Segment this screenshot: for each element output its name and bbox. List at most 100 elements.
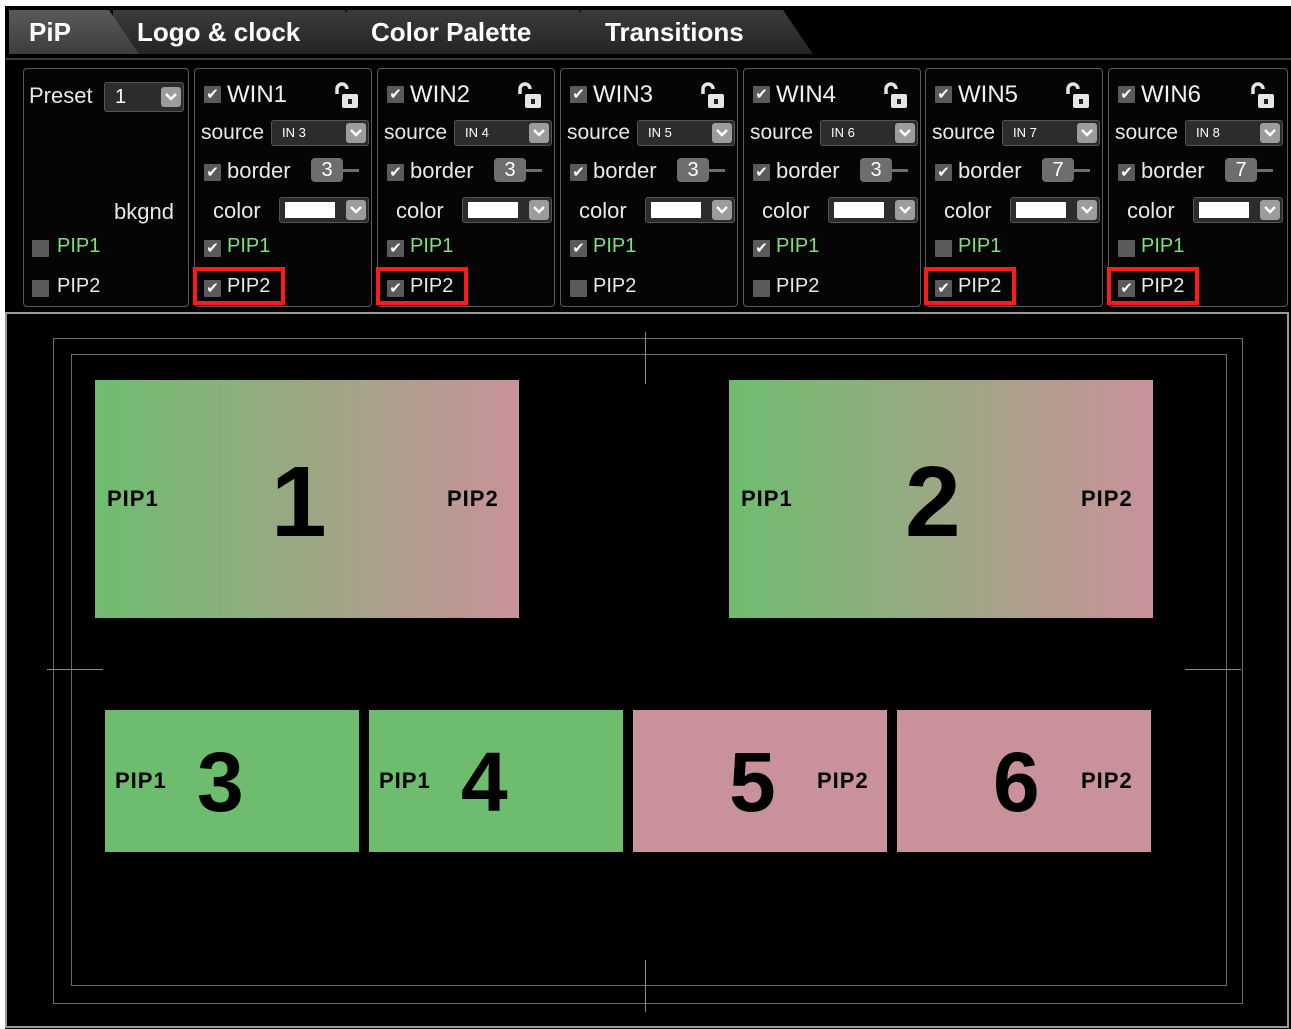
win3-border-width[interactable]: 3 bbox=[677, 158, 709, 182]
layout-preview: PIP1 1 PIP2 PIP1 2 PIP2 PIP1 3 PIP1 4 5 … bbox=[5, 312, 1289, 1028]
win3-color-select[interactable] bbox=[645, 197, 735, 223]
win4-source-select[interactable]: IN 6 bbox=[820, 120, 918, 146]
win5-pip1-label: PIP1 bbox=[958, 235, 1002, 257]
win4-color-select[interactable] bbox=[828, 197, 918, 223]
pip-editor: Transitions Color Palette Logo & clock P… bbox=[5, 6, 1291, 1029]
chevron-down-icon bbox=[1260, 200, 1280, 220]
win3-pip2-checkbox[interactable] bbox=[570, 280, 587, 297]
preview-window-6-number: 6 bbox=[993, 735, 1040, 829]
win6-pip2-highlight bbox=[1107, 267, 1199, 305]
win6-border-slider[interactable] bbox=[1255, 169, 1273, 172]
bkgnd-pip2-checkbox[interactable] bbox=[32, 280, 49, 297]
win3-pip1-label: PIP1 bbox=[593, 235, 637, 257]
preset-panel: Preset 1 bkgnd PIP1 PIP2 bbox=[23, 68, 189, 307]
win4-pip1-checkbox[interactable]: ✔ bbox=[753, 240, 770, 257]
win1-color-select[interactable] bbox=[279, 197, 369, 223]
win5-source-select[interactable]: IN 7 bbox=[1002, 120, 1100, 146]
win2-color-label: color bbox=[396, 198, 444, 223]
win3-source-select[interactable]: IN 5 bbox=[637, 120, 735, 146]
win5-border-label: border bbox=[958, 158, 1022, 183]
win6-border-width[interactable]: 7 bbox=[1225, 158, 1257, 182]
win5-color-select[interactable] bbox=[1010, 197, 1100, 223]
win1-enable-checkbox[interactable]: ✔ bbox=[204, 86, 221, 103]
win3-pip2-label: PIP2 bbox=[593, 275, 637, 297]
win2-source-label: source bbox=[384, 121, 448, 144]
win3-enable-checkbox[interactable]: ✔ bbox=[570, 86, 587, 103]
chevron-down-icon bbox=[712, 200, 732, 220]
preview-window-5-number: 5 bbox=[729, 735, 776, 829]
win1-color-label: color bbox=[213, 198, 261, 223]
win5-border-checkbox[interactable]: ✔ bbox=[935, 164, 952, 181]
tab-color-palette[interactable]: Color Palette bbox=[347, 10, 609, 54]
tab-transitions[interactable]: Transitions bbox=[581, 10, 813, 54]
tab-bar: Transitions Color Palette Logo & clock P… bbox=[5, 6, 1291, 60]
win2-border-checkbox[interactable]: ✔ bbox=[387, 164, 404, 181]
preview-window-5[interactable]: 5 PIP2 bbox=[633, 710, 887, 852]
win4-pip2-checkbox[interactable] bbox=[753, 280, 770, 297]
win4-border-slider[interactable] bbox=[890, 169, 908, 172]
preview-window-3[interactable]: PIP1 3 bbox=[105, 710, 359, 852]
win6-pip1-checkbox[interactable] bbox=[1118, 240, 1135, 257]
win2-color-select[interactable] bbox=[462, 197, 552, 223]
win4-enable-checkbox[interactable]: ✔ bbox=[753, 86, 770, 103]
preview-window-5-pip2-label: PIP2 bbox=[817, 768, 869, 793]
preview-window-1[interactable]: PIP1 1 PIP2 bbox=[95, 380, 519, 618]
tab-transitions-label: Transitions bbox=[605, 17, 744, 47]
win3-pip1-checkbox[interactable]: ✔ bbox=[570, 240, 587, 257]
preview-window-2[interactable]: PIP1 2 PIP2 bbox=[729, 380, 1153, 618]
win2-pip1-label: PIP1 bbox=[410, 235, 454, 257]
win4-border-width[interactable]: 3 bbox=[860, 158, 892, 182]
win2-source-select[interactable]: IN 4 bbox=[454, 120, 552, 146]
bkgnd-pip1-checkbox[interactable] bbox=[32, 240, 49, 257]
win1-border-checkbox[interactable]: ✔ bbox=[204, 164, 221, 181]
win5-pip1-checkbox[interactable] bbox=[935, 240, 952, 257]
unlock-icon[interactable] bbox=[699, 82, 725, 110]
preset-select[interactable]: 1 bbox=[104, 82, 184, 112]
unlock-icon[interactable] bbox=[1249, 82, 1275, 110]
win5-enable-checkbox[interactable]: ✔ bbox=[935, 86, 952, 103]
win5-border-width[interactable]: 7 bbox=[1042, 158, 1074, 182]
chevron-down-icon bbox=[346, 123, 366, 143]
win6-panel: ✔ WIN6 source IN 8 ✔ border 7 color PIP1… bbox=[1107, 68, 1288, 307]
win3-title: WIN3 bbox=[593, 81, 653, 108]
win5-border-slider[interactable] bbox=[1072, 169, 1090, 172]
win3-border-label: border bbox=[593, 158, 657, 183]
win6-enable-checkbox[interactable]: ✔ bbox=[1118, 86, 1135, 103]
win6-source-label: source bbox=[1115, 121, 1179, 144]
win6-pip1-label: PIP1 bbox=[1141, 235, 1185, 257]
win2-border-width[interactable]: 3 bbox=[494, 158, 526, 182]
preview-window-6[interactable]: 6 PIP2 bbox=[897, 710, 1151, 852]
win2-border-slider[interactable] bbox=[524, 169, 542, 172]
win1-border-width[interactable]: 3 bbox=[311, 158, 343, 182]
win1-pip1-checkbox[interactable]: ✔ bbox=[204, 240, 221, 257]
unlock-icon[interactable] bbox=[1064, 82, 1090, 110]
chevron-down-icon bbox=[712, 123, 732, 143]
preview-window-3-number: 3 bbox=[197, 735, 244, 829]
win3-border-slider[interactable] bbox=[707, 169, 725, 172]
win2-enable-checkbox[interactable]: ✔ bbox=[387, 86, 404, 103]
win4-border-checkbox[interactable]: ✔ bbox=[753, 164, 770, 181]
win5-panel: ✔ WIN5 source IN 7 ✔ border 7 color PIP1… bbox=[924, 68, 1103, 307]
tab-logo-clock[interactable]: Logo & clock bbox=[113, 10, 375, 54]
win2-pip1-checkbox[interactable]: ✔ bbox=[387, 240, 404, 257]
win4-border-label: border bbox=[776, 158, 840, 183]
win6-border-checkbox[interactable]: ✔ bbox=[1118, 164, 1135, 181]
win5-source-label: source bbox=[932, 121, 996, 144]
unlock-icon[interactable] bbox=[333, 82, 359, 110]
win3-border-checkbox[interactable]: ✔ bbox=[570, 164, 587, 181]
preview-window-3-pip1-label: PIP1 bbox=[115, 768, 167, 793]
center-tick-right bbox=[1185, 669, 1241, 670]
preview-window-4[interactable]: PIP1 4 bbox=[369, 710, 623, 852]
unlock-icon[interactable] bbox=[882, 82, 908, 110]
win6-color-label: color bbox=[1127, 198, 1175, 223]
unlock-icon[interactable] bbox=[516, 82, 542, 110]
win6-source-select[interactable]: IN 8 bbox=[1185, 120, 1283, 146]
win4-source-label: source bbox=[750, 121, 814, 144]
win1-border-slider[interactable] bbox=[341, 169, 359, 172]
win6-color-select[interactable] bbox=[1193, 197, 1283, 223]
win3-source-value: IN 5 bbox=[648, 125, 672, 140]
win1-source-select[interactable]: IN 3 bbox=[271, 120, 369, 146]
win6-source-value: IN 8 bbox=[1196, 125, 1220, 140]
tab-color-palette-label: Color Palette bbox=[371, 17, 532, 47]
chevron-down-icon bbox=[529, 123, 549, 143]
